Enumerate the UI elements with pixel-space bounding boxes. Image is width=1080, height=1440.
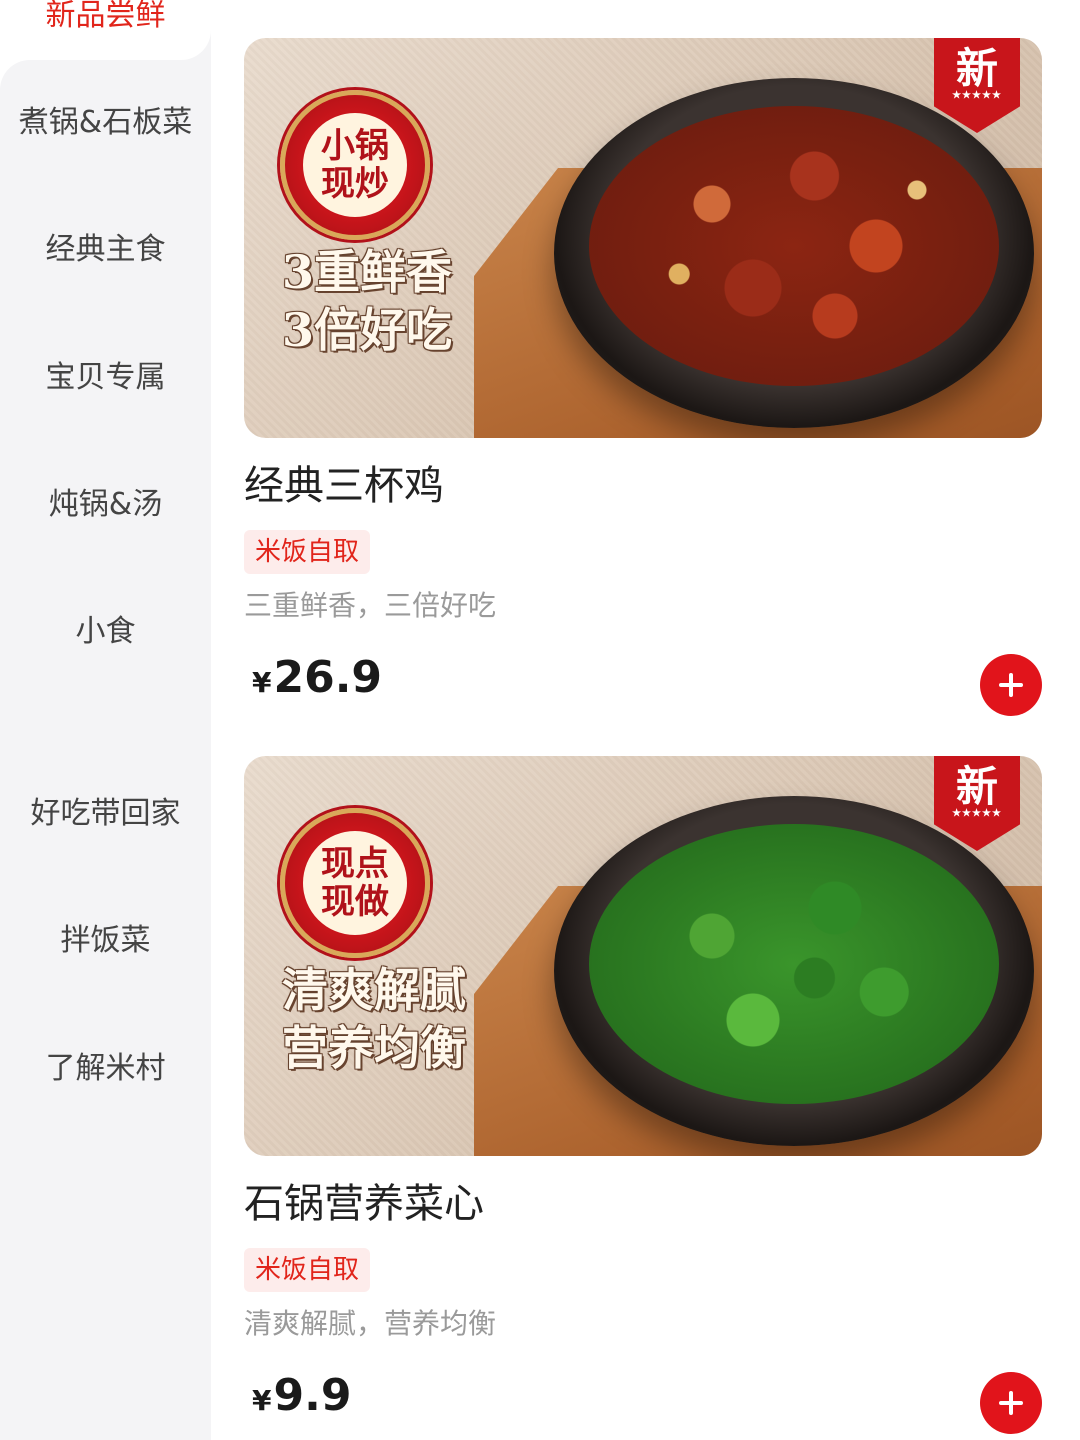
promo-badge: 小锅 现炒 bbox=[280, 90, 430, 240]
sidebar-corner-decoration bbox=[0, 60, 30, 90]
new-tag-label: 新 bbox=[955, 44, 998, 93]
dish-food bbox=[589, 106, 999, 386]
add-to-cart-button[interactable] bbox=[980, 654, 1042, 716]
star-icon: ★★★★★ bbox=[952, 808, 1002, 819]
sidebar-item-snacks[interactable]: 小食 bbox=[0, 602, 211, 662]
product-price: ¥9.9 bbox=[252, 1368, 351, 1433]
product-name: 经典三杯鸡 bbox=[244, 463, 444, 509]
sidebar-item-hotpot-stoneplate[interactable]: 煮锅&石板菜 bbox=[0, 93, 211, 153]
dish-food bbox=[589, 824, 999, 1104]
currency-symbol: ¥ bbox=[252, 1384, 272, 1417]
price-value: 9.9 bbox=[273, 1370, 352, 1421]
product-card[interactable]: 现点 现做 清爽解腻 营养均衡 新 ★★★★★ 石锅营养菜心 米饭自取 清爽解腻… bbox=[244, 756, 1044, 1440]
product-tag: 米饭自取 bbox=[244, 1248, 371, 1292]
category-sidebar: 新品尝鲜 煮锅&石板菜 经典主食 宝贝专属 炖锅&汤 小食 好吃带回家 拌饭菜 … bbox=[0, 0, 211, 1440]
sidebar-item-label: 新品尝鲜 bbox=[45, 0, 166, 33]
promo-badge-text: 现点 现做 bbox=[303, 831, 407, 935]
product-image[interactable]: 现点 现做 清爽解腻 营养均衡 新 ★★★★★ bbox=[244, 756, 1042, 1156]
add-to-cart-button[interactable] bbox=[980, 1372, 1042, 1434]
menu-page: 新品尝鲜 煮锅&石板菜 经典主食 宝贝专属 炖锅&汤 小食 好吃带回家 拌饭菜 … bbox=[0, 0, 1080, 1440]
promo-badge: 现点 现做 bbox=[280, 808, 430, 958]
product-image[interactable]: 小锅 现炒 3重鲜香 3倍好吃 新 ★★★★★ bbox=[244, 38, 1042, 438]
product-price: ¥26.9 bbox=[252, 650, 382, 715]
product-card[interactable]: 小锅 现炒 3重鲜香 3倍好吃 新 ★★★★★ 经典三杯鸡 米饭自取 三重鲜香，… bbox=[244, 38, 1044, 718]
star-icon: ★★★★★ bbox=[952, 90, 1002, 101]
promo-slogan: 3重鲜香 3倍好吃 bbox=[282, 245, 453, 357]
product-description: 三重鲜香，三倍好吃 bbox=[244, 589, 497, 622]
sidebar-item-rice-toppings[interactable]: 拌饭菜 bbox=[0, 911, 211, 971]
promo-badge-text: 小锅 现炒 bbox=[303, 113, 407, 217]
currency-symbol: ¥ bbox=[252, 666, 272, 699]
product-description: 清爽解腻，营养均衡 bbox=[244, 1307, 497, 1340]
product-tag: 米饭自取 bbox=[244, 530, 371, 574]
price-value: 26.9 bbox=[273, 652, 383, 703]
sidebar-item-stew-soup[interactable]: 炖锅&汤 bbox=[0, 475, 211, 535]
sidebar-item-about[interactable]: 了解米村 bbox=[0, 1039, 211, 1099]
sidebar-item-takeaway[interactable]: 好吃带回家 bbox=[0, 784, 211, 844]
new-tag-label: 新 bbox=[955, 762, 998, 811]
product-name: 石锅营养菜心 bbox=[244, 1181, 484, 1227]
sidebar-item-new[interactable]: 新品尝鲜 bbox=[0, 0, 211, 60]
promo-slogan: 清爽解腻 营养均衡 bbox=[282, 963, 466, 1075]
sidebar-item-kids[interactable]: 宝贝专属 bbox=[0, 348, 211, 408]
plus-icon bbox=[999, 673, 1023, 697]
sidebar-item-classic-staples[interactable]: 经典主食 bbox=[0, 220, 211, 280]
plus-icon bbox=[999, 1391, 1023, 1415]
